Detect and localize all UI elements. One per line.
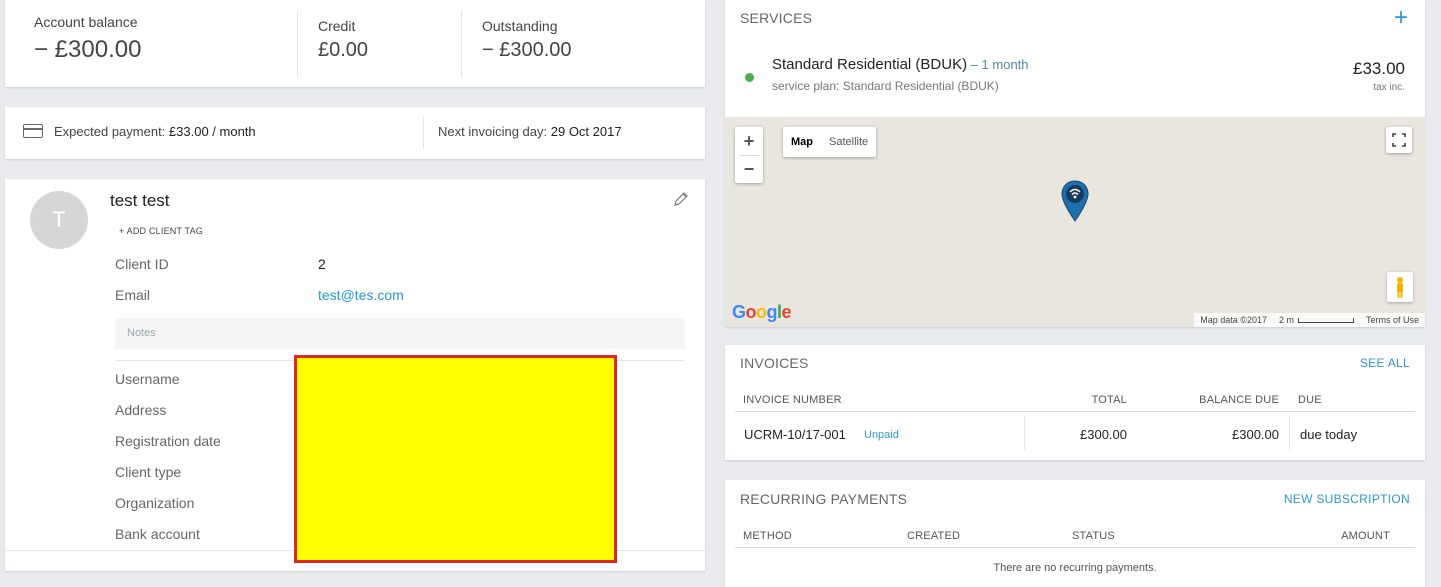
- next-invoicing-value: 29 Oct 2017: [550, 124, 622, 139]
- outstanding-label: Outstanding: [482, 18, 558, 34]
- column-header-amount: AMOUNT: [1341, 530, 1390, 542]
- map-pin-icon[interactable]: [1061, 179, 1089, 223]
- divider: [735, 411, 1415, 412]
- recurring-payments-card: RECURRING PAYMENTS NEW SUBSCRIPTION METH…: [725, 480, 1425, 587]
- service-tax: tax inc.: [1373, 82, 1405, 93]
- account-balance-label: Account balance: [34, 14, 138, 30]
- divider: [461, 10, 462, 78]
- zoom-out-button[interactable]: −: [735, 155, 763, 183]
- expected-payment: Expected payment: £33.00 / month: [54, 124, 256, 139]
- registration-date-label: Registration date: [115, 433, 221, 449]
- map-scale: 2 m: [1279, 315, 1354, 325]
- client-name: test test: [110, 191, 170, 210]
- divider: [1289, 416, 1290, 450]
- column-header-balance-due: BALANCE DUE: [1199, 394, 1279, 406]
- plus-icon[interactable]: +: [1394, 6, 1408, 30]
- empty-state-message: There are no recurring payments.: [993, 562, 1157, 574]
- invoices-card: INVOICES SEE ALL INVOICE NUMBER TOTAL BA…: [725, 345, 1425, 460]
- fullscreen-button[interactable]: [1386, 127, 1412, 153]
- invoice-balance-due: £300.00: [1232, 427, 1279, 442]
- redaction-box: [294, 355, 617, 563]
- street-view-button[interactable]: [1387, 272, 1413, 302]
- notes-field[interactable]: Notes: [115, 318, 685, 349]
- new-subscription-link[interactable]: NEW SUBSCRIPTION: [1284, 492, 1410, 506]
- map-type-control: Map Satellite: [783, 127, 877, 157]
- service-item[interactable]: Standard Residential (BDUK) – 1 month: [772, 56, 1029, 73]
- map-scale-label: 2 m: [1278, 315, 1294, 325]
- google-logo: Google: [732, 302, 792, 322]
- map-type-map-button[interactable]: Map: [783, 127, 821, 157]
- balance-card: Account balance − £300.00 Credit £0.00 O…: [5, 0, 705, 87]
- map[interactable]: + − Map Satellite Google Map data ©2017 …: [725, 117, 1425, 327]
- account-balance-value: − £300.00: [34, 36, 142, 63]
- pegman-icon: [1397, 277, 1403, 298]
- credit-card-icon: [23, 124, 43, 138]
- terms-of-use-link[interactable]: Terms of Use: [1366, 315, 1419, 325]
- username-label: Username: [115, 371, 180, 387]
- column-header-invoice-number: INVOICE NUMBER: [743, 394, 842, 406]
- map-data-credit: Map data ©2017: [1200, 315, 1267, 325]
- column-header-status: STATUS: [1072, 530, 1115, 542]
- divider: [1024, 416, 1025, 450]
- organization-label: Organization: [115, 495, 195, 511]
- bank-account-label: Bank account: [115, 526, 200, 542]
- column-header-total: TOTAL: [1091, 394, 1127, 406]
- expected-payment-value: £33.00 / month: [168, 124, 256, 139]
- email-link[interactable]: test@tes.com: [318, 287, 404, 303]
- status-dot-icon: [745, 73, 754, 82]
- column-header-method: METHOD: [743, 530, 792, 542]
- add-client-tag-button[interactable]: + ADD CLIENT TAG: [119, 226, 203, 236]
- column-header-due: DUE: [1298, 394, 1322, 406]
- next-invoicing: Next invoicing day: 29 Oct 2017: [438, 124, 622, 139]
- map-type-satellite-button[interactable]: Satellite: [821, 127, 876, 157]
- status-badge: Unpaid: [864, 429, 899, 441]
- email-label: Email: [115, 287, 151, 303]
- client-card: T test test + ADD CLIENT TAG Client ID 2…: [5, 179, 705, 571]
- address-label: Address: [115, 402, 167, 418]
- divider: [423, 117, 424, 149]
- pencil-icon[interactable]: [673, 191, 689, 207]
- next-invoicing-label: Next invoicing day:: [438, 124, 548, 139]
- fullscreen-icon: [1392, 133, 1406, 147]
- scale-bar: [1297, 318, 1354, 324]
- service-name: Standard Residential (BDUK): [772, 56, 968, 73]
- column-header-created: CREATED: [907, 530, 961, 542]
- divider: [297, 10, 298, 78]
- client-type-label: Client type: [115, 464, 182, 480]
- zoom-controls: + −: [735, 127, 763, 183]
- recurring-payments-title: RECURRING PAYMENTS: [740, 491, 908, 507]
- services-card: SERVICES + Standard Residential (BDUK) –…: [725, 0, 1425, 327]
- expected-payment-label: Expected payment:: [54, 124, 166, 139]
- client-id-value: 2: [318, 256, 326, 272]
- service-period: – 1 month: [967, 57, 1029, 72]
- client-id-label: Client ID: [115, 256, 169, 272]
- outstanding-value: − £300.00: [482, 39, 572, 61]
- divider: [735, 547, 1415, 548]
- invoice-total: £300.00: [1080, 427, 1127, 442]
- credit-value: £0.00: [318, 39, 369, 61]
- map-attribution: Map data ©2017 2 m Terms of Use: [1194, 313, 1425, 327]
- expected-payment-card: Expected payment: £33.00 / month Next in…: [5, 107, 705, 159]
- service-price: £33.00: [1353, 59, 1405, 78]
- invoices-title: INVOICES: [740, 355, 809, 371]
- see-all-link[interactable]: SEE ALL: [1360, 356, 1410, 370]
- service-plan: service plan: Standard Residential (BDUK…: [772, 79, 999, 93]
- avatar: T: [30, 191, 88, 249]
- credit-label: Credit: [318, 18, 356, 34]
- services-title: SERVICES: [740, 10, 813, 26]
- zoom-in-button[interactable]: +: [735, 127, 763, 155]
- invoice-number[interactable]: UCRM-10/17-001: [744, 427, 846, 442]
- invoice-due: due today: [1300, 427, 1358, 442]
